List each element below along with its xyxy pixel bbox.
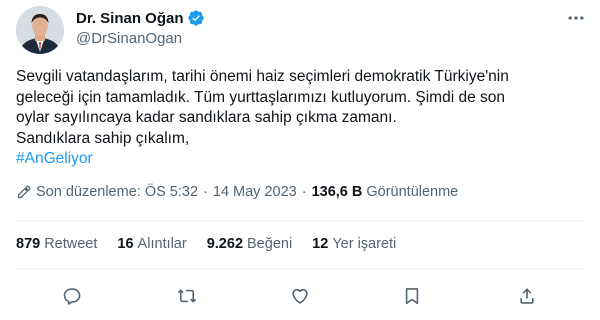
share-button[interactable] [515, 284, 539, 308]
author-name-row[interactable]: Dr. Sinan Oğan [76, 8, 205, 28]
avatar[interactable] [16, 6, 64, 54]
meta-separator: · [203, 184, 208, 200]
reply-icon [63, 288, 81, 305]
tweet-text-line: geleceği için tamamladık. Tüm yurttaşlar… [16, 88, 506, 106]
heart-icon [292, 288, 308, 304]
stat-retweets[interactable]: 879 Retweet [16, 236, 97, 252]
action-bar [0, 284, 600, 308]
bookmark-icon [405, 288, 419, 305]
retweet-button[interactable] [175, 284, 199, 308]
hashtag-link[interactable]: #AnGeliyor [16, 149, 586, 170]
tweet-text: Sevgili vatandaşlarım, tarihi önemi haiz… [16, 67, 586, 170]
tweet-text-line: Sevgili vatandaşlarım, tarihi önemi haiz… [16, 68, 509, 85]
stat-count: 12 [312, 236, 329, 252]
stat-count: 879 [16, 236, 41, 252]
tweet-text-line: Sandıklara sahip çıkalım, [16, 129, 190, 147]
like-button[interactable] [288, 284, 312, 308]
tweet-text-line: oylar sayılıncaya kadar sandıklara sahip… [16, 109, 397, 126]
share-icon [520, 288, 534, 304]
stat-label: Yer işareti [332, 236, 397, 252]
pencil-icon [16, 185, 31, 200]
stat-label: Beğeni [247, 236, 293, 252]
divider [16, 268, 584, 269]
stat-count: 9.262 [206, 236, 244, 252]
views-count: 136,6 B [311, 184, 363, 200]
stat-bookmarks[interactable]: 12 Yer işareti [312, 236, 396, 252]
reply-button[interactable] [60, 284, 84, 308]
stat-label: Alıntılar [137, 236, 187, 252]
author-handle[interactable]: @DrSinanOgan [76, 30, 182, 47]
engagement-stats: 879 Retweet 16 Alıntılar 9.262 Beğeni 12 Yer… [16, 236, 416, 252]
bookmark-button[interactable] [400, 284, 424, 308]
views-label: Görüntülenme [366, 184, 459, 200]
verified-badge-icon [187, 9, 205, 27]
edited-timestamp[interactable]: Son düzenleme: ÖS 5:32 [36, 184, 198, 200]
tweet-date[interactable]: 14 May 2023 [213, 184, 297, 200]
more-options-button[interactable] [564, 8, 588, 28]
retweet-icon [177, 289, 197, 303]
stat-likes[interactable]: 9.262 Beğeni [207, 236, 292, 252]
display-name[interactable]: Dr. Sinan Oğan [76, 10, 184, 27]
meta-separator: · [301, 184, 307, 200]
tweet-meta: Son düzenleme: ÖS 5:32 · 14 May 2023 · 1… [16, 184, 458, 200]
more-icon [568, 16, 584, 20]
tweet-card: Dr. Sinan Oğan @DrSinanOgan Sevgili vata… [0, 0, 600, 320]
stat-count: 16 [117, 236, 134, 252]
stat-label: Retweet [44, 236, 98, 252]
stat-quotes[interactable]: 16 Alıntılar [117, 236, 186, 252]
divider [16, 220, 584, 221]
